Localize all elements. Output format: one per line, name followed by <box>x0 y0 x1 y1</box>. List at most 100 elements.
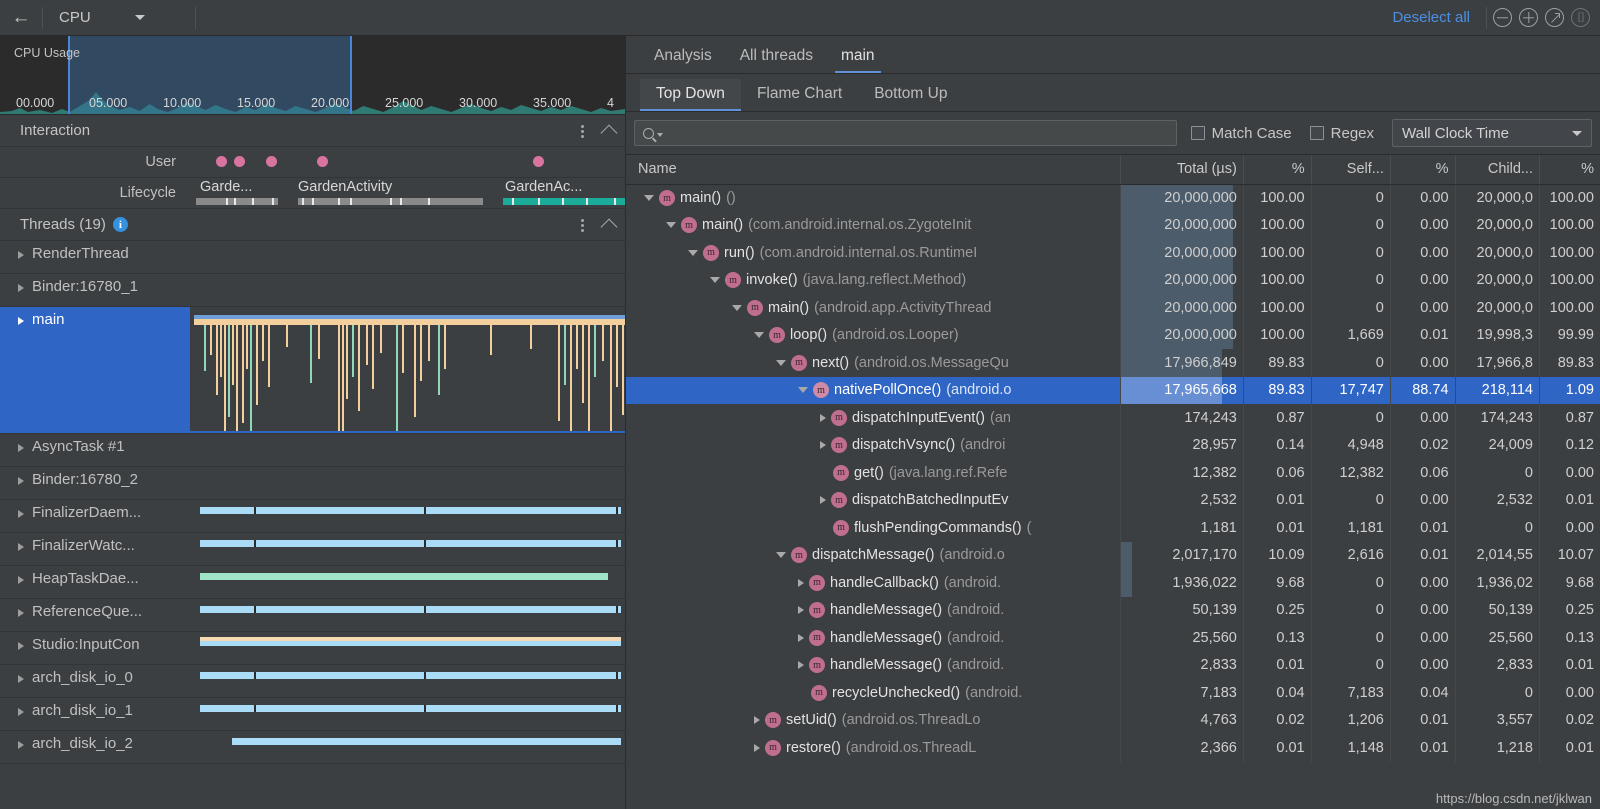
thread-track[interactable] <box>190 665 625 697</box>
more-options-icon[interactable] <box>581 217 585 233</box>
table-row[interactable]: m main()() 20,000,000 100.00 0 0.00 20,000,0 10… <box>626 184 1600 212</box>
thread-track[interactable] <box>190 632 625 664</box>
tree-node[interactable]: m flushPendingCommands()( <box>630 519 1120 536</box>
table-row[interactable]: m restore() (android.os.ThreadL 2,366 0.01 1,… <box>626 734 1600 762</box>
thread-row[interactable]: Studio:InputCon <box>0 632 625 665</box>
expand-triangle-icon[interactable] <box>18 284 24 292</box>
table-row[interactable]: m setUid() (android.os.ThreadLo 4,763 0.02 1,… <box>626 706 1600 734</box>
expand-triangle-icon[interactable] <box>18 741 24 749</box>
tree-node[interactable]: m main()() <box>630 190 1120 206</box>
thread-name-cell[interactable]: arch_disk_io_1 <box>0 698 190 730</box>
tree-node[interactable]: m next() (android.os.MessageQu <box>630 354 1120 371</box>
expand-triangle-icon[interactable] <box>18 510 24 518</box>
table-row[interactable]: m dispatchVsync() (androi 28,957 0.14 4,948 0.… <box>626 431 1600 460</box>
thread-activity-bar[interactable] <box>200 540 621 547</box>
cell-name[interactable]: m recycleUnchecked() (android. <box>626 679 1120 707</box>
table-row[interactable]: m handleMessage() (android. 2,833 0.01 0 0.00 2… <box>626 651 1600 679</box>
column-header[interactable]: % <box>1242 155 1312 185</box>
thread-track[interactable] <box>190 599 625 631</box>
thread-row[interactable]: arch_disk_io_0 <box>0 665 625 698</box>
match-case-checkbox[interactable]: Match Case <box>1190 125 1292 142</box>
back-arrow-icon[interactable]: ← <box>6 5 36 31</box>
column-header[interactable]: Child... <box>1454 155 1540 185</box>
tree-node[interactable]: m loop() (android.os.Looper) <box>630 327 1120 344</box>
tree-node[interactable]: m run() (com.android.internal.os.RuntimeI <box>630 244 1120 261</box>
cell-name[interactable]: m dispatchInputEvent() (an <box>626 404 1120 432</box>
thread-track[interactable] <box>190 533 625 565</box>
thread-track[interactable] <box>190 307 625 433</box>
expand-triangle-icon[interactable] <box>820 441 826 450</box>
thread-track[interactable] <box>190 274 625 306</box>
clock-type-select[interactable]: Wall Clock Time <box>1392 119 1592 147</box>
table-header-row[interactable]: Name Total (µs)% Self...% Child...% <box>626 155 1600 185</box>
table-row[interactable]: m get() (java.lang.ref.Refe 12,382 0.06 12,38… <box>626 459 1600 487</box>
tree-node[interactable]: m dispatchBatchedInputEv <box>630 492 1120 509</box>
thread-row[interactable]: arch_disk_io_1 <box>0 698 625 731</box>
expand-triangle-icon[interactable] <box>754 743 760 752</box>
subtab-top-down[interactable]: Top Down <box>640 79 741 111</box>
table-row[interactable]: m flushPendingCommands()(1,181 0.01 1,181 0.… <box>626 514 1600 542</box>
thread-track[interactable] <box>190 500 625 532</box>
cell-name[interactable]: m dispatchMessage() (android.o <box>626 542 1120 570</box>
collapse-triangle-icon[interactable] <box>666 222 676 229</box>
collapse-triangle-icon[interactable] <box>732 304 742 311</box>
cell-name[interactable]: m run() (com.android.internal.os.RuntimeI <box>626 239 1120 267</box>
thread-activity-bar[interactable] <box>200 606 621 613</box>
expand-triangle-icon[interactable] <box>18 576 24 584</box>
cell-name[interactable]: m handleMessage() (android. <box>626 597 1120 625</box>
tree-node[interactable]: m handleMessage() (android. <box>630 657 1120 674</box>
fit-to-screen-icon[interactable] <box>1571 8 1590 27</box>
thread-activity-bar[interactable] <box>200 573 608 580</box>
chevron-up-icon[interactable] <box>600 218 618 236</box>
tree-node[interactable]: m main() (com.android.internal.os.ZygoteIn… <box>630 217 1120 234</box>
info-icon[interactable]: i <box>112 217 128 232</box>
user-event-dot[interactable] <box>216 156 227 167</box>
thread-track[interactable] <box>190 241 625 273</box>
tab-analysis[interactable]: Analysis <box>640 41 726 73</box>
cell-name[interactable]: m main() (android.app.ActivityThread <box>626 294 1120 322</box>
tree-node[interactable]: m handleMessage() (android. <box>630 602 1120 619</box>
thread-name-cell[interactable]: Binder:16780_2 <box>0 467 190 499</box>
thread-track[interactable] <box>190 566 625 598</box>
subtab-bottom-up[interactable]: Bottom Up <box>858 79 963 111</box>
more-options-icon[interactable] <box>581 123 585 139</box>
table-row[interactable]: m main() (android.app.ActivityThread 20,000… <box>626 294 1600 322</box>
user-event-dot[interactable] <box>317 156 328 167</box>
table-row[interactable]: m dispatchBatchedInputEv 2,532 0.01 0 0.00 2,5… <box>626 486 1600 515</box>
table-body[interactable]: m main()() 20,000,000 100.00 0 0.00 20,000,0 10… <box>626 184 1600 762</box>
analysis-subtabs[interactable]: Top Down Flame Chart Bottom Up <box>626 74 1600 112</box>
thread-activity-bar[interactable] <box>200 641 621 646</box>
table-row[interactable]: m nativePollOnce() (android.o 17,965,668 89.… <box>626 376 1600 404</box>
thread-row[interactable]: Binder:16780_2 <box>0 467 625 500</box>
cell-name[interactable]: m flushPendingCommands()( <box>626 514 1120 542</box>
thread-row[interactable]: AsyncTask #1 <box>0 434 625 467</box>
cell-name[interactable]: m next() (android.os.MessageQu <box>626 349 1120 377</box>
chevron-up-icon[interactable] <box>600 124 618 142</box>
cell-name[interactable]: m handleCallback() (android. <box>626 569 1120 597</box>
tree-node[interactable]: m dispatchVsync() (androi <box>630 437 1120 454</box>
tree-node[interactable]: m main() (android.app.ActivityThread <box>630 299 1120 316</box>
thread-name-cell[interactable]: FinalizerWatc... <box>0 533 190 565</box>
user-event-dot[interactable] <box>234 156 245 167</box>
analysis-tabs[interactable]: Analysis All threads main <box>626 36 1600 74</box>
expand-triangle-icon[interactable] <box>820 496 826 505</box>
user-events-track[interactable] <box>190 147 625 177</box>
expand-triangle-icon[interactable] <box>18 317 24 325</box>
thread-row[interactable]: RenderThread <box>0 241 625 274</box>
expand-triangle-icon[interactable] <box>754 716 760 725</box>
table-row[interactable]: m loop() (android.os.Looper) 20,000,000 100.… <box>626 321 1600 349</box>
user-event-dot[interactable] <box>533 156 544 167</box>
zoom-out-icon[interactable] <box>1493 8 1512 27</box>
expand-triangle-icon[interactable] <box>18 543 24 551</box>
lifecycle-track[interactable]: Garde... GardenActivity GardenAc... <box>190 178 625 208</box>
column-header[interactable]: Name <box>626 155 1121 185</box>
cell-name[interactable]: m nativePollOnce() (android.o <box>626 376 1121 404</box>
expand-triangle-icon[interactable] <box>18 444 24 452</box>
reset-zoom-icon[interactable] <box>1545 8 1564 27</box>
cell-name[interactable]: m dispatchBatchedInputEv <box>626 487 1120 515</box>
cell-name[interactable]: m dispatchVsync() (androi <box>626 432 1120 460</box>
tree-node[interactable]: m handleCallback() (android. <box>630 574 1120 591</box>
expand-triangle-icon[interactable] <box>18 642 24 650</box>
thread-track[interactable] <box>190 434 625 466</box>
tree-node[interactable]: m handleMessage() (android. <box>630 629 1120 646</box>
